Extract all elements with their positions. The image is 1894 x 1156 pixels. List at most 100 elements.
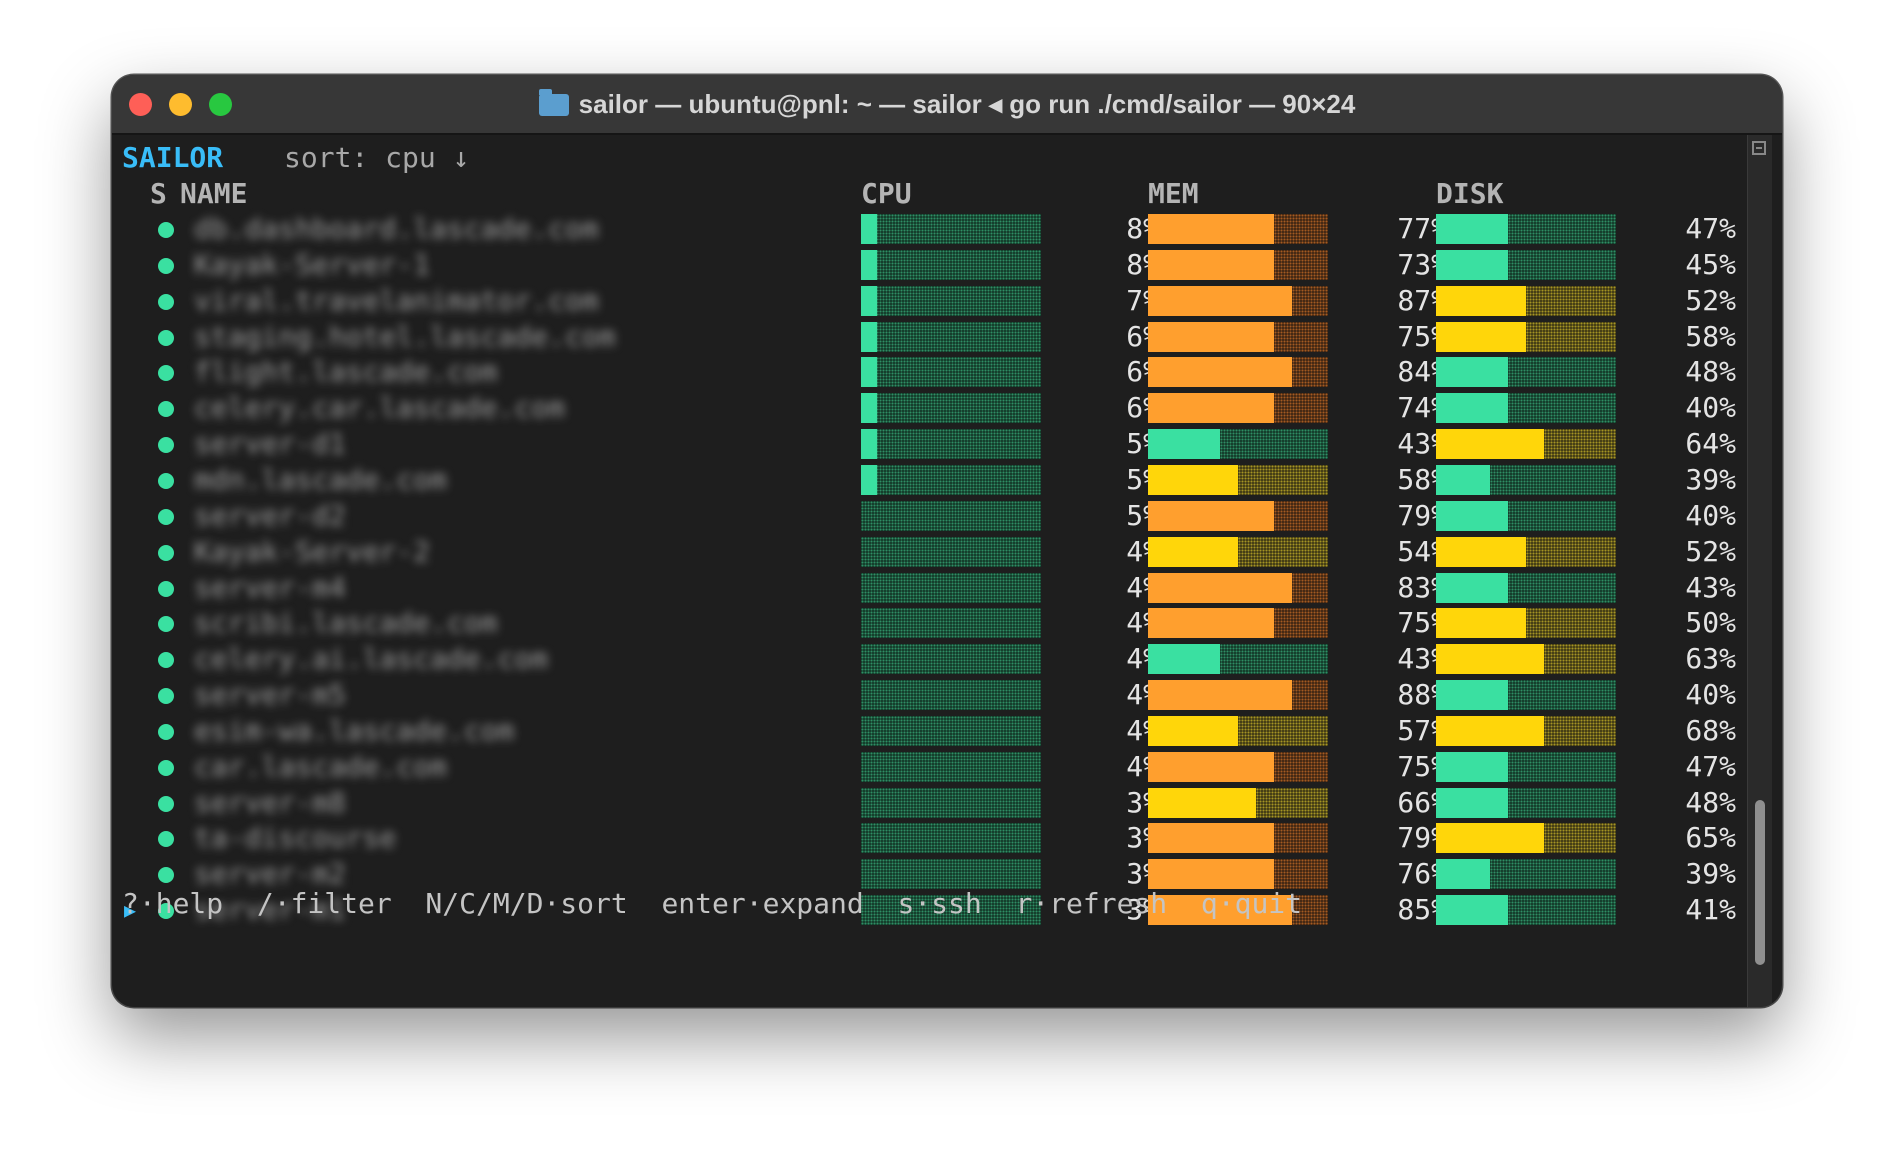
- mem-bar-fill: [1148, 680, 1292, 711]
- server-name: celery.ai.lascade.com: [194, 642, 549, 676]
- disk-bar-fill: [1436, 787, 1508, 818]
- status-dot-icon: [158, 759, 174, 776]
- disk-bar: [1436, 536, 1616, 567]
- disk-bar: [1436, 321, 1616, 352]
- server-row[interactable]: celery.car.lascade.com 6% 74% 40%: [112, 390, 1736, 426]
- mem-column-header[interactable]: MEM: [1148, 177, 1199, 210]
- mem-bar: [1148, 249, 1328, 280]
- server-row[interactable]: staging.hotel.lascade.com 6% 75% 58%: [112, 319, 1736, 355]
- disk-bar: [1436, 644, 1616, 675]
- mem-bar: [1148, 536, 1328, 567]
- disk-bar: [1436, 751, 1616, 782]
- scrollbar-icon: [1752, 141, 1766, 155]
- disk-percent: 41%: [1685, 893, 1736, 927]
- cpu-column-header[interactable]: CPU: [861, 177, 912, 210]
- terminal-content[interactable]: SAILOR sort: cpu ↓ S NAME CPU MEM DISK d…: [112, 135, 1782, 1007]
- disk-bar-fill: [1436, 357, 1508, 388]
- server-row[interactable]: server-m5 4% 88% 40%: [112, 677, 1736, 713]
- server-name: db.dashboard.lascade.com: [194, 212, 599, 245]
- server-row[interactable]: server-d1 5% 43% 64%: [112, 426, 1736, 462]
- scrollbar[interactable]: [1747, 135, 1772, 1007]
- disk-percent: 47%: [1685, 749, 1736, 783]
- server-name: car.lascade.com: [194, 749, 447, 783]
- server-row[interactable]: server-m8 3% 66% 48%: [112, 785, 1736, 821]
- status-dot-icon: [158, 688, 174, 705]
- status-column-header[interactable]: S: [150, 177, 167, 210]
- server-row[interactable]: server-d2 5% 79% 40%: [112, 498, 1736, 534]
- cpu-bar-fill: [861, 393, 878, 424]
- server-row[interactable]: mdn.lascade.com 5% 58% 39%: [112, 462, 1736, 498]
- mem-bar-fill: [1148, 823, 1274, 854]
- disk-bar-fill: [1436, 823, 1544, 854]
- disk-bar-fill: [1436, 464, 1490, 495]
- server-row[interactable]: Kayak-Server-1 8% 73% 45%: [112, 247, 1736, 283]
- mem-bar-fill: [1148, 464, 1238, 495]
- mem-bar: [1148, 572, 1328, 603]
- server-row[interactable]: viral.travelanimator.com 7% 87% 52%: [112, 283, 1736, 319]
- cpu-bar: [861, 285, 1041, 316]
- disk-percent: 39%: [1685, 462, 1736, 496]
- cpu-bar: [861, 715, 1041, 746]
- disk-percent: 64%: [1685, 427, 1736, 461]
- server-name: server-m5: [194, 678, 346, 712]
- disk-bar: [1436, 859, 1616, 890]
- mem-bar: [1148, 393, 1328, 424]
- sort-indicator: sort: cpu ↓: [284, 141, 470, 174]
- disk-bar: [1436, 429, 1616, 460]
- disk-percent: 40%: [1685, 498, 1736, 532]
- server-row[interactable]: server-m4 4% 83% 43%: [112, 570, 1736, 606]
- disk-bar: [1436, 393, 1616, 424]
- status-dot-icon: [158, 580, 174, 597]
- disk-bar: [1436, 787, 1616, 818]
- disk-percent: 48%: [1685, 355, 1736, 389]
- mem-bar: [1148, 823, 1328, 854]
- name-column-header[interactable]: NAME: [180, 177, 247, 210]
- disk-bar-fill: [1436, 393, 1508, 424]
- disk-bar: [1436, 608, 1616, 639]
- disk-bar: [1436, 464, 1616, 495]
- server-name: Kayak-Server-2: [194, 534, 431, 568]
- mem-bar: [1148, 859, 1328, 890]
- server-row[interactable]: car.lascade.com 4% 75% 47%: [112, 749, 1736, 785]
- server-row[interactable]: ta-discourse 3% 79% 65%: [112, 820, 1736, 856]
- scrollbar-thumb[interactable]: [1755, 800, 1765, 965]
- server-name: ta-discourse: [194, 821, 397, 855]
- server-row[interactable]: flight.lascade.com 6% 84% 48%: [112, 354, 1736, 390]
- disk-bar-fill: [1436, 715, 1544, 746]
- disk-column-header[interactable]: DISK: [1436, 177, 1503, 210]
- mem-bar: [1148, 644, 1328, 675]
- cpu-bar-fill: [861, 285, 878, 316]
- disk-bar-fill: [1436, 644, 1544, 675]
- disk-bar-fill: [1436, 536, 1526, 567]
- server-name: esim-wa.lascade.com: [194, 713, 515, 747]
- cpu-bar: [861, 787, 1041, 818]
- disk-percent: 45%: [1685, 247, 1736, 281]
- server-name: scribi.lascade.com: [194, 606, 498, 640]
- server-row[interactable]: db.dashboard.lascade.com 8% 77% 47%: [112, 211, 1736, 247]
- cpu-bar: [861, 644, 1041, 675]
- server-name: Kayak-Server-1: [194, 247, 431, 281]
- cpu-bar: [861, 823, 1041, 854]
- server-row[interactable]: scribi.lascade.com 4% 75% 50%: [112, 605, 1736, 641]
- disk-bar-fill: [1436, 429, 1544, 460]
- mem-bar-fill: [1148, 536, 1238, 567]
- mem-bar: [1148, 715, 1328, 746]
- title-bar[interactable]: sailor — ubuntu@pnl: ~ — sailor ◂ go run…: [112, 75, 1782, 135]
- terminal-window: sailor — ubuntu@pnl: ~ — sailor ◂ go run…: [112, 75, 1782, 1007]
- server-row[interactable]: celery.ai.lascade.com 4% 43% 63%: [112, 641, 1736, 677]
- server-row[interactable]: esim-wa.lascade.com 4% 57% 68%: [112, 713, 1736, 749]
- server-row[interactable]: Kayak-Server-2 4% 54% 52%: [112, 534, 1736, 570]
- disk-percent: 52%: [1685, 283, 1736, 317]
- disk-bar: [1436, 715, 1616, 746]
- cpu-bar: [861, 608, 1041, 639]
- status-dot-icon: [158, 867, 174, 884]
- disk-bar: [1436, 214, 1616, 244]
- disk-bar: [1436, 285, 1616, 316]
- mem-bar: [1148, 608, 1328, 639]
- status-dot-icon: [158, 365, 174, 382]
- cpu-bar: [861, 357, 1041, 388]
- server-name: flight.lascade.com: [194, 355, 498, 389]
- server-name: server-m8: [194, 785, 346, 819]
- status-dot-icon: [158, 795, 174, 812]
- cpu-bar-fill: [861, 214, 878, 244]
